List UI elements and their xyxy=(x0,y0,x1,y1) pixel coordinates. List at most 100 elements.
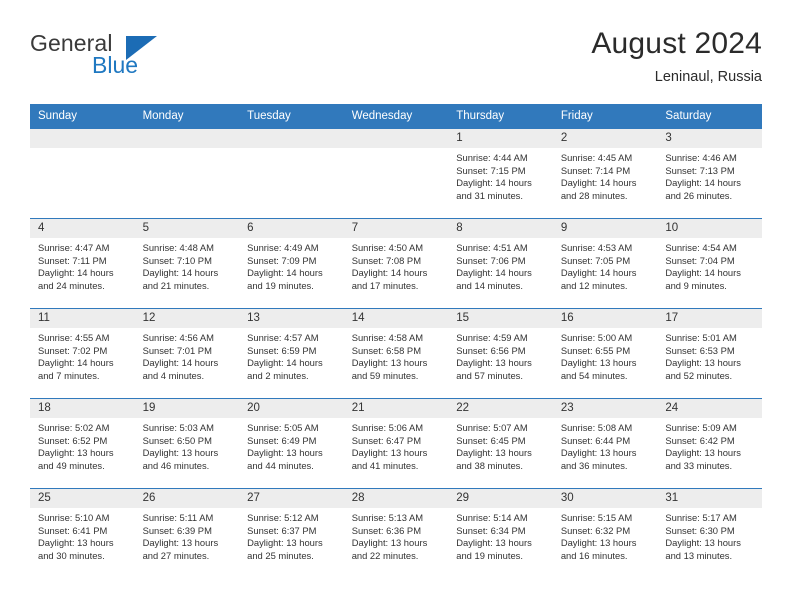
sunrise-text: Sunrise: 5:00 AM xyxy=(560,332,633,343)
logo-text-blue: Blue xyxy=(92,52,139,78)
calendar-day-cell[interactable]: 28 Sunrise: 5:13 AM Sunset: 6:36 PM Dayligh… xyxy=(343,488,449,579)
day-number: 11 xyxy=(30,309,135,328)
calendar-day-cell[interactable]: 12 Sunrise: 4:56 AM Sunset: 7:01 PM Dayligh… xyxy=(134,308,240,399)
calendar-day-cell[interactable]: 18 Sunrise: 5:02 AM Sunset: 6:52 PM Dayligh… xyxy=(30,398,135,489)
calendar-day-cell[interactable]: 4 Sunrise: 4:47 AM Sunset: 7:11 PM Daylight… xyxy=(30,218,135,309)
day-number: 28 xyxy=(343,489,449,508)
sunset-text: Sunset: 6:32 PM xyxy=(560,524,631,536)
daylight-text: Daylight: 13 hours and 13 minutes. xyxy=(665,537,741,561)
calendar-day-cell[interactable]: 5 Sunrise: 4:48 AM Sunset: 7:10 PM Daylight… xyxy=(134,218,240,309)
calendar-day-cell[interactable]: 13 Sunrise: 4:57 AM Sunset: 6:59 PM Dayligh… xyxy=(239,308,344,399)
sunrise-text: Sunrise: 5:15 AM xyxy=(560,512,633,523)
daylight-text: Daylight: 13 hours and 36 minutes. xyxy=(560,447,637,471)
daylight-text: Daylight: 13 hours and 49 minutes. xyxy=(38,447,114,471)
sunrise-text: Sunrise: 4:47 AM xyxy=(38,242,110,253)
sunset-text: Sunset: 6:42 PM xyxy=(665,434,735,446)
day-number xyxy=(343,129,449,148)
sunset-text: Sunset: 6:36 PM xyxy=(351,524,421,536)
day-number xyxy=(239,129,344,148)
day-details: Sunrise: 4:48 AM Sunset: 7:10 PM Daylight:… xyxy=(135,238,240,292)
calendar-day-cell[interactable]: 14 Sunrise: 4:58 AM Sunset: 6:58 PM Dayligh… xyxy=(343,308,449,399)
sunset-text: Sunset: 6:44 PM xyxy=(560,434,631,446)
day-details: Sunrise: 4:53 AM Sunset: 7:05 PM Daylight:… xyxy=(553,238,658,292)
calendar-day-cell[interactable]: 3 Sunrise: 4:46 AM Sunset: 7:13 PM Daylight… xyxy=(657,128,762,219)
sunrise-text: Sunrise: 5:01 AM xyxy=(665,332,737,343)
day-number: 30 xyxy=(552,489,658,508)
calendar-day-cell[interactable]: 9 Sunrise: 4:53 AM Sunset: 7:05 PM Daylight… xyxy=(552,218,658,309)
sunrise-text: Sunrise: 4:59 AM xyxy=(456,332,528,343)
calendar-day-cell[interactable]: 25 Sunrise: 5:10 AM Sunset: 6:41 PM Dayligh… xyxy=(30,488,135,579)
sunrise-text: Sunrise: 5:12 AM xyxy=(247,512,319,523)
calendar-day-cell[interactable]: 8 Sunrise: 4:51 AM Sunset: 7:06 PM Daylight… xyxy=(448,218,553,309)
sunrise-text: Sunrise: 5:09 AM xyxy=(665,422,737,433)
calendar-day-cell[interactable]: 15 Sunrise: 4:59 AM Sunset: 6:56 PM Dayligh… xyxy=(448,308,553,399)
calendar-day-cell[interactable]: 27 Sunrise: 5:12 AM Sunset: 6:37 PM Dayligh… xyxy=(239,488,344,579)
page-subtitle: Leninaul, Russia xyxy=(654,69,762,85)
daylight-text: Daylight: 13 hours and 41 minutes. xyxy=(351,447,428,471)
day-details: Sunrise: 5:14 AM Sunset: 6:34 PM Daylight:… xyxy=(448,508,553,562)
calendar-week-row: 25 Sunrise: 5:10 AM Sunset: 6:41 PM Dayligh… xyxy=(30,488,762,579)
day-number xyxy=(134,129,240,148)
daylight-text: Daylight: 14 hours and 26 minutes. xyxy=(665,177,741,201)
calendar-day-cell[interactable]: 26 Sunrise: 5:11 AM Sunset: 6:39 PM Dayligh… xyxy=(134,488,240,579)
weekday-header-monday: Monday xyxy=(134,104,240,129)
day-details: Sunrise: 4:54 AM Sunset: 7:04 PM Daylight:… xyxy=(657,238,762,292)
calendar-day-cell[interactable]: 23 Sunrise: 5:08 AM Sunset: 6:44 PM Dayligh… xyxy=(552,398,658,489)
day-details: Sunrise: 4:56 AM Sunset: 7:01 PM Daylight:… xyxy=(135,328,240,382)
daylight-text: Daylight: 13 hours and 57 minutes. xyxy=(456,357,532,381)
sunrise-text: Sunrise: 4:58 AM xyxy=(351,332,424,343)
sunset-text: Sunset: 6:50 PM xyxy=(142,434,212,446)
calendar-day-cell[interactable]: 29 Sunrise: 5:14 AM Sunset: 6:34 PM Dayligh… xyxy=(448,488,553,579)
calendar-day-cell[interactable]: 24 Sunrise: 5:09 AM Sunset: 6:42 PM Dayligh… xyxy=(657,398,762,489)
calendar-day-cell[interactable]: 6 Sunrise: 4:49 AM Sunset: 7:09 PM Daylight… xyxy=(239,218,344,309)
day-number: 20 xyxy=(239,399,344,418)
day-number: 13 xyxy=(239,309,344,328)
calendar-day-cell[interactable]: 30 Sunrise: 5:15 AM Sunset: 6:32 PM Dayligh… xyxy=(552,488,658,579)
sunset-text: Sunset: 7:11 PM xyxy=(38,254,107,266)
calendar-day-cell[interactable]: 31 Sunrise: 5:17 AM Sunset: 6:30 PM Dayligh… xyxy=(657,488,762,579)
daylight-text: Daylight: 13 hours and 38 minutes. xyxy=(456,447,532,471)
sunrise-text: Sunrise: 4:46 AM xyxy=(665,152,737,163)
day-number: 31 xyxy=(657,489,762,508)
logo[interactable]: General Blue xyxy=(30,26,240,77)
calendar-day-cell[interactable]: 19 Sunrise: 5:03 AM Sunset: 6:50 PM Dayligh… xyxy=(134,398,240,489)
sunrise-text: Sunrise: 5:10 AM xyxy=(38,512,110,523)
calendar-day-cell[interactable]: 17 Sunrise: 5:01 AM Sunset: 6:53 PM Dayligh… xyxy=(657,308,762,399)
daylight-text: Daylight: 14 hours and 7 minutes. xyxy=(38,357,114,381)
calendar-day-cell[interactable]: 2 Sunrise: 4:45 AM Sunset: 7:14 PM Daylight… xyxy=(552,128,658,219)
calendar-page: General Blue August 2024 Leninaul, Russi… xyxy=(0,0,792,612)
sunrise-text: Sunrise: 4:45 AM xyxy=(560,152,633,163)
daylight-text: Daylight: 14 hours and 17 minutes. xyxy=(351,267,428,291)
daylight-text: Daylight: 14 hours and 12 minutes. xyxy=(560,267,637,291)
calendar-cell-empty xyxy=(134,128,240,219)
day-details: Sunrise: 5:05 AM Sunset: 6:49 PM Daylight:… xyxy=(239,418,344,472)
daylight-text: Daylight: 14 hours and 31 minutes. xyxy=(456,177,532,201)
sunrise-text: Sunrise: 4:48 AM xyxy=(142,242,214,253)
sunset-text: Sunset: 6:45 PM xyxy=(456,434,526,446)
sunrise-text: Sunrise: 4:55 AM xyxy=(38,332,110,343)
calendar-day-cell[interactable]: 1 Sunrise: 4:44 AM Sunset: 7:15 PM Daylight… xyxy=(448,128,553,219)
daylight-text: Daylight: 14 hours and 24 minutes. xyxy=(38,267,114,291)
sunset-text: Sunset: 6:30 PM xyxy=(665,524,735,536)
day-number: 9 xyxy=(552,219,658,238)
sunset-text: Sunset: 6:55 PM xyxy=(560,344,631,356)
calendar-day-cell[interactable]: 21 Sunrise: 5:06 AM Sunset: 6:47 PM Dayligh… xyxy=(343,398,449,489)
sunset-text: Sunset: 7:02 PM xyxy=(38,344,108,356)
day-number: 2 xyxy=(552,129,658,148)
sunset-text: Sunset: 6:37 PM xyxy=(247,524,317,536)
calendar-day-cell[interactable]: 7 Sunrise: 4:50 AM Sunset: 7:08 PM Daylight… xyxy=(343,218,449,309)
calendar-day-cell[interactable]: 22 Sunrise: 5:07 AM Sunset: 6:45 PM Dayligh… xyxy=(448,398,553,489)
day-details: Sunrise: 4:50 AM Sunset: 7:08 PM Daylight:… xyxy=(344,238,449,292)
day-number: 27 xyxy=(239,489,344,508)
calendar-day-cell[interactable]: 10 Sunrise: 4:54 AM Sunset: 7:04 PM Dayligh… xyxy=(657,218,762,309)
day-number: 21 xyxy=(343,399,449,418)
sunrise-text: Sunrise: 5:11 AM xyxy=(142,512,214,523)
day-number: 4 xyxy=(30,219,135,238)
day-details: Sunrise: 4:57 AM Sunset: 6:59 PM Daylight:… xyxy=(239,328,344,382)
sunset-text: Sunset: 7:08 PM xyxy=(351,254,421,266)
calendar-day-cell[interactable]: 11 Sunrise: 4:55 AM Sunset: 7:02 PM Dayligh… xyxy=(30,308,135,399)
calendar-day-cell[interactable]: 20 Sunrise: 5:05 AM Sunset: 6:49 PM Dayligh… xyxy=(239,398,344,489)
sunrise-text: Sunrise: 4:50 AM xyxy=(351,242,424,253)
calendar-day-cell[interactable]: 16 Sunrise: 5:00 AM Sunset: 6:55 PM Dayligh… xyxy=(552,308,658,399)
day-details: Sunrise: 4:51 AM Sunset: 7:06 PM Daylight:… xyxy=(448,238,553,292)
